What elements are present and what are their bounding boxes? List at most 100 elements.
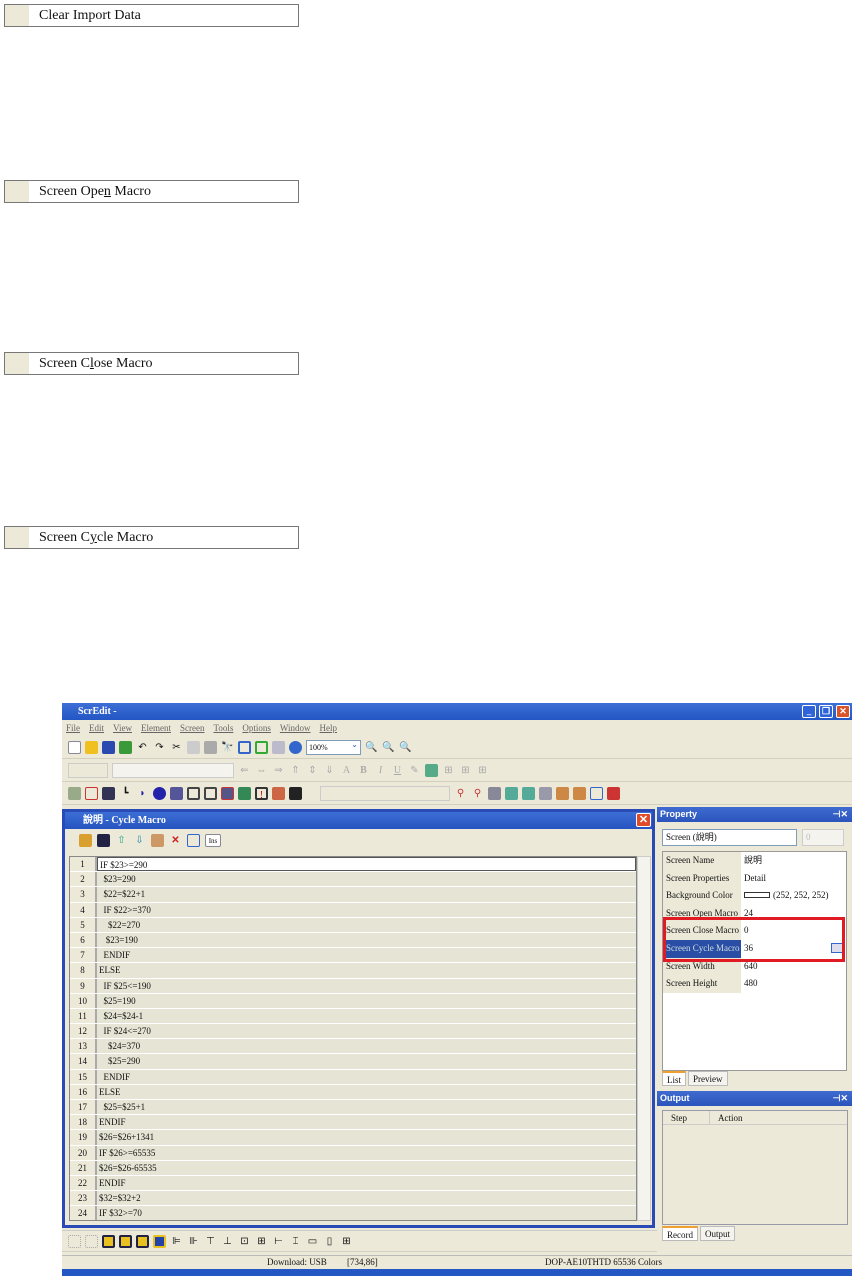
close-button[interactable]: ✕ [836, 705, 850, 718]
line-code[interactable]: $25=290 [97, 1054, 636, 1069]
space-h-icon[interactable]: ⊢ [272, 1235, 285, 1248]
underline-button[interactable]: U [391, 764, 404, 777]
insert-mode-button[interactable]: Ins [205, 833, 221, 847]
zoom-in-icon[interactable]: 🔍 [365, 741, 378, 754]
pin-close-icons[interactable]: ⊣✕ [833, 1091, 848, 1106]
macro-line[interactable]: 19 $26=$26+1341 [70, 1130, 636, 1146]
layout-icon[interactable]: ⊞ [459, 764, 472, 777]
move-down-icon[interactable]: ⇩ [133, 834, 146, 847]
zoom-fit-icon[interactable]: 🔍 [399, 741, 412, 754]
line-code[interactable]: ENDIF [97, 1069, 636, 1084]
line-code[interactable]: $23=190 [97, 932, 636, 948]
line-code[interactable]: ELSE [97, 963, 636, 978]
ungroup-icon[interactable] [85, 1234, 98, 1248]
copy-icon[interactable] [187, 741, 200, 754]
macro-line[interactable]: 4 IF $22>=370 [70, 902, 636, 918]
tool-icon[interactable]: ⚲ [454, 787, 467, 800]
align-icon[interactable]: ⊫ [170, 1235, 183, 1248]
tool-icon[interactable] [556, 787, 569, 800]
line-element-icon[interactable]: ┗ [119, 787, 132, 800]
layout-icon[interactable]: ⊞ [442, 764, 455, 777]
align-middle-icon[interactable]: ⇕ [306, 764, 319, 777]
line-code[interactable]: $26=$26-65535 [97, 1160, 636, 1175]
menu-view[interactable]: View [113, 720, 132, 737]
element-select[interactable] [320, 786, 450, 801]
menu-tools[interactable]: Tools [213, 720, 233, 737]
input-element-icon[interactable] [187, 787, 200, 800]
property-value[interactable]: Detail [741, 870, 846, 888]
line-code[interactable]: $22=$22+1 [97, 887, 636, 902]
keypad-element-icon[interactable] [289, 787, 302, 800]
align-icon[interactable]: ⊥ [221, 1235, 234, 1248]
tool-icon[interactable]: ⚲ [471, 787, 484, 800]
macro-line[interactable]: 13 $24=370 [70, 1039, 636, 1055]
macro-line[interactable]: 12 IF $24<=270 [70, 1024, 636, 1040]
rect-element-icon[interactable] [170, 787, 183, 800]
align-right-icon[interactable]: ⇒ [272, 764, 285, 777]
center-v-icon[interactable]: ▯ [323, 1235, 336, 1248]
line-code[interactable]: $26=$26+1341 [97, 1130, 636, 1145]
forward-icon[interactable] [136, 1234, 149, 1248]
line-code[interactable]: $23=290 [97, 872, 636, 887]
export-icon[interactable] [119, 741, 132, 754]
object-spin[interactable]: 0 [802, 829, 844, 846]
macro-line[interactable]: 1 IF $23>=290 [70, 857, 636, 873]
font-select[interactable] [112, 763, 234, 778]
macro-line[interactable]: 9 IF $25<=190 [70, 978, 636, 994]
tab-record[interactable]: Record [662, 1226, 698, 1241]
property-row[interactable]: Screen Name 說明 [663, 852, 846, 870]
macro-line[interactable]: 15 ENDIF [70, 1069, 636, 1085]
button-element-icon[interactable] [68, 787, 81, 800]
minimize-button[interactable]: _ [802, 705, 816, 718]
line-code[interactable]: $24=370 [97, 1039, 636, 1054]
macro-line[interactable]: 18 ENDIF [70, 1115, 636, 1131]
line-code[interactable]: ELSE [97, 1084, 636, 1099]
paste-icon[interactable] [204, 741, 217, 754]
line-code[interactable]: ENDIF [97, 948, 636, 963]
display-element-icon[interactable] [204, 787, 217, 800]
center-icon[interactable]: ⊞ [340, 1235, 353, 1248]
align-icon[interactable]: ⊪ [187, 1235, 200, 1248]
print-icon[interactable] [272, 741, 285, 754]
macro-line[interactable]: 20 IF $26>=65535 [70, 1145, 636, 1161]
line-code[interactable]: ENDIF [97, 1175, 636, 1191]
macro-line[interactable]: 2 $23=290 [70, 872, 636, 888]
property-row[interactable]: Background Color (252, 252, 252) [663, 887, 846, 905]
line-code[interactable]: $24=$24-1 [97, 1008, 636, 1024]
tab-output[interactable]: Output [700, 1226, 736, 1241]
menu-item-screen-close-macro[interactable]: Screen Close Macro [4, 352, 299, 375]
bring-front-icon[interactable] [102, 1234, 115, 1248]
font-size-select[interactable] [68, 763, 108, 778]
macro-close-button[interactable]: ✕ [636, 813, 651, 827]
circle-element-icon[interactable] [153, 787, 166, 800]
menu-edit[interactable]: Edit [89, 720, 104, 737]
center-h-icon[interactable]: ▭ [306, 1235, 319, 1248]
backward-icon[interactable] [153, 1234, 166, 1248]
menu-item-clear-import-data[interactable]: Clear Import Data [4, 4, 299, 27]
property-value[interactable]: (252, 252, 252) [741, 887, 846, 905]
zoom-select[interactable]: 100% [306, 738, 361, 755]
menu-window[interactable]: Window [280, 720, 311, 737]
open-icon[interactable] [79, 833, 92, 847]
menu-item-screen-open-macro[interactable]: Screen Open Macro [4, 180, 299, 203]
macro-line[interactable]: 7 ENDIF [70, 948, 636, 964]
menu-file[interactable]: File [66, 720, 80, 737]
line-code[interactable]: IF $25<=190 [97, 978, 636, 993]
property-value[interactable]: 說明 [741, 852, 846, 870]
layout-icon[interactable]: ⊞ [476, 764, 489, 777]
line-code[interactable]: $25=190 [97, 993, 636, 1008]
line-code[interactable]: IF $24<=270 [97, 1024, 636, 1039]
macro-line[interactable]: 10 $25=190 [70, 993, 636, 1009]
line-code[interactable]: IF $26>=65535 [97, 1145, 636, 1160]
line-code[interactable]: ENDIF [97, 1115, 636, 1130]
tool-icon[interactable] [505, 787, 518, 800]
line-code[interactable]: $22=270 [97, 917, 636, 932]
line-code[interactable]: IF $22>=370 [97, 902, 636, 917]
open-icon[interactable] [85, 741, 98, 754]
macro-line[interactable]: 8 ELSE [70, 963, 636, 979]
align-left-icon[interactable]: ⇐ [238, 764, 251, 777]
command-icon[interactable] [187, 833, 200, 847]
save-icon[interactable] [97, 833, 110, 847]
align-center-icon[interactable]: ⇔ [255, 764, 268, 777]
tool-icon[interactable] [539, 787, 552, 800]
